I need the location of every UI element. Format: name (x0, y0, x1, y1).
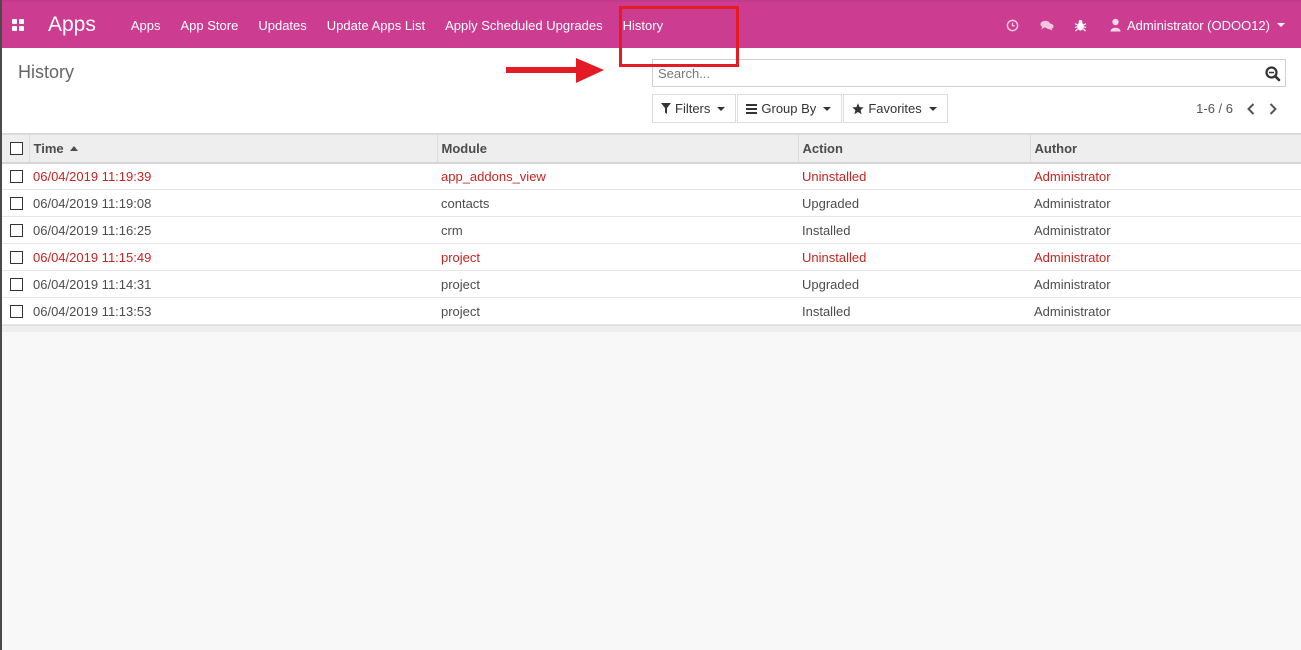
cell-module: app_addons_view (441, 168, 546, 184)
cell-action: Installed (802, 222, 851, 238)
main-menu: Apps App Store Updates Update Apps List … (131, 18, 683, 33)
favorites-caret-icon (928, 106, 937, 111)
cell-module: project (441, 276, 481, 292)
search-input[interactable] (653, 60, 1253, 86)
cell-time: 06/04/2019 11:19:39 (33, 168, 152, 184)
menu-item-apps[interactable]: Apps (131, 18, 161, 33)
cell-time: 06/04/2019 11:14:31 (33, 276, 152, 292)
cell-author: Administrator (1034, 195, 1111, 211)
cell-action: Installed (802, 303, 851, 319)
table-row[interactable]: 06/04/2019 11:15:49 project Uninstalled … (2, 244, 1301, 271)
table-row[interactable]: 06/04/2019 11:19:39 app_addons_view Unin… (2, 163, 1301, 190)
navbar-systray: Administrator (ODOO12) (986, 18, 1301, 33)
row-checkbox[interactable] (10, 196, 23, 210)
menu-item-updates[interactable]: Updates (258, 18, 306, 33)
group-by-label: Group By (761, 101, 817, 116)
search-icon[interactable] (1264, 65, 1281, 82)
menu-item-apply-scheduled-upgrades[interactable]: Apply Scheduled Upgrades (445, 18, 603, 33)
history-table: Time Module Action Author 06/04/2019 11:… (2, 134, 1301, 325)
column-header-time[interactable]: Time (28, 134, 437, 164)
arrow-annotation-icon (506, 58, 604, 83)
list-icon (746, 103, 758, 114)
table-footer (2, 325, 1301, 332)
window-edge (0, 0, 2, 650)
sort-ascending-icon (69, 145, 78, 151)
cell-time: 06/04/2019 11:15:49 (33, 249, 152, 265)
table-row[interactable]: 06/04/2019 11:14:31 project Upgraded Adm… (2, 271, 1301, 298)
select-all-cell (2, 134, 29, 164)
cell-module: project (441, 249, 481, 265)
filters-label: Filters (675, 101, 711, 116)
pager: 1-6 / 6 (1196, 101, 1277, 116)
cell-module: crm (441, 222, 463, 238)
row-checkbox[interactable] (10, 304, 23, 318)
pager-previous-icon[interactable] (1247, 102, 1255, 115)
pager-next-icon[interactable] (1269, 102, 1277, 115)
star-icon (852, 102, 865, 115)
cell-action: Uninstalled (802, 249, 867, 265)
user-name: Administrator (ODOO12) (1126, 17, 1270, 33)
group-by-button[interactable]: Group By (737, 94, 843, 123)
user-menu[interactable]: Administrator (ODOO12) (1110, 18, 1285, 33)
filter-icon (661, 103, 671, 114)
table-header: Time Module Action Author (2, 134, 1301, 164)
column-header-module[interactable]: Module (436, 134, 798, 164)
cell-author: Administrator (1034, 276, 1111, 292)
table-row[interactable]: 06/04/2019 11:19:08 contacts Upgraded Ad… (2, 190, 1301, 217)
cell-time: 06/04/2019 11:13:53 (33, 303, 152, 319)
highlight-box-annotation (619, 6, 739, 67)
pager-value[interactable]: 1-6 / 6 (1196, 101, 1233, 116)
column-header-action[interactable]: Action (797, 134, 1030, 164)
bug-icon[interactable] (1074, 18, 1088, 32)
history-list: Time Module Action Author 06/04/2019 11:… (2, 134, 1301, 332)
page-title: History (18, 62, 75, 82)
apps-grid-icon[interactable] (12, 19, 26, 31)
group-by-caret-icon (823, 106, 832, 111)
column-header-author[interactable]: Author (1029, 134, 1301, 164)
user-icon (1110, 18, 1121, 32)
menu-item-app-store[interactable]: App Store (181, 18, 239, 33)
favorites-label: Favorites (868, 101, 922, 116)
cell-action: Upgraded (802, 276, 860, 292)
table-row[interactable]: 06/04/2019 11:16:25 crm Installed Admini… (2, 217, 1301, 244)
app-brand: Apps (48, 13, 96, 36)
clock-icon[interactable] (1006, 18, 1020, 32)
cell-author: Administrator (1034, 303, 1111, 319)
row-checkbox[interactable] (10, 277, 23, 291)
cell-module: project (441, 303, 481, 319)
search-box (652, 59, 1286, 87)
cell-action: Uninstalled (802, 168, 867, 184)
cell-author: Administrator (1034, 168, 1111, 184)
cell-module: contacts (441, 195, 490, 211)
cell-author: Administrator (1034, 222, 1111, 238)
filters-button[interactable]: Filters (652, 94, 737, 123)
menu-item-update-apps-list[interactable]: Update Apps List (327, 18, 425, 33)
cell-author: Administrator (1034, 249, 1111, 265)
row-checkbox[interactable] (10, 169, 23, 183)
favorites-button[interactable]: Favorites (843, 94, 948, 123)
filters-caret-icon (717, 106, 726, 111)
row-checkbox[interactable] (10, 223, 23, 237)
select-all-checkbox[interactable] (10, 141, 23, 155)
row-checkbox[interactable] (10, 250, 23, 264)
chat-icon[interactable] (1040, 18, 1054, 32)
table-row[interactable]: 06/04/2019 11:13:53 project Installed Ad… (2, 298, 1301, 325)
cell-time: 06/04/2019 11:16:25 (33, 222, 152, 238)
user-caret-icon (1277, 23, 1285, 27)
search-options: Filters Group By Favorites (652, 94, 949, 123)
cell-time: 06/04/2019 11:19:08 (33, 195, 152, 211)
cell-action: Upgraded (802, 195, 860, 211)
